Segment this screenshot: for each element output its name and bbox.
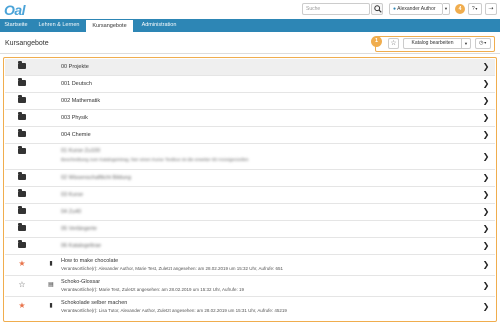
notification-badge[interactable]: 4 (455, 4, 465, 14)
user-name: Alexander Author (397, 6, 436, 12)
tab-administration[interactable]: Administration (134, 19, 184, 32)
list-item[interactable]: 003 Physik ❯ (5, 110, 495, 127)
user-icon: ● (393, 6, 397, 12)
folder-icon (17, 129, 27, 140)
folder-icon (17, 223, 27, 234)
chevron-right-icon: ❯ (482, 224, 490, 233)
folder-icon (17, 146, 27, 157)
list-item[interactable]: 01 Kurse Zu100 Beschreibung zum Kataloge… (5, 144, 495, 170)
list-item-label: Schokolade selber machen (61, 300, 128, 306)
chevron-right-icon: ❯ (482, 260, 490, 269)
list-item[interactable]: 03 Kurse ❯ (5, 187, 495, 204)
folder-icon (17, 95, 27, 106)
top-header: Oal Suche ● Alexander Author ▼ 4 ?▼ ⇢ (0, 0, 500, 19)
list-item[interactable]: ★ ▮ Schokolade selber machen Verantwortl… (5, 297, 495, 318)
chevron-right-icon: ❯ (482, 113, 490, 122)
user-menu-toggle[interactable]: ▼ (443, 3, 450, 15)
chevron-right-icon: ❯ (482, 173, 490, 182)
folder-icon (17, 61, 27, 72)
list-item-label: Schoko-Glossar (61, 279, 101, 285)
app-logo[interactable]: Oal (4, 2, 42, 18)
list-item-description: Verantwortliche(r): Lisa Tutor, Alexande… (61, 308, 287, 313)
list-item-label: 004 Chemie (61, 132, 91, 138)
chevron-right-icon: ❯ (482, 62, 490, 71)
list-item[interactable]: 001 Deutsch ❯ (5, 76, 495, 93)
list-item[interactable]: 004 Chemie ❯ (5, 127, 495, 144)
caret-down-icon: ▼ (474, 7, 479, 11)
star-filled-icon[interactable]: ★ (17, 301, 27, 311)
page-title: Kursangebote (5, 40, 49, 47)
chevron-right-icon: ❯ (482, 302, 490, 311)
glossary-icon: ▤ (48, 282, 54, 288)
list-item-label: 001 Deutsch (61, 81, 92, 87)
chevron-right-icon: ❯ (482, 207, 490, 216)
list-item[interactable]: 04 Zu40 ❯ (5, 204, 495, 221)
chevron-right-icon: ❯ (482, 130, 490, 139)
tour-step-badge: 1 (371, 36, 382, 47)
course-icon: ▮ (49, 303, 53, 309)
list-item-label: 03 Kurse (61, 192, 84, 198)
list-item-label: 01 Kurse Zu100 (61, 148, 101, 154)
list-item[interactable]: 05 Verlängerte ❯ (5, 221, 495, 238)
logout-icon: ⇢ (488, 6, 494, 12)
list-item-description: Verantwortliche(r): Marie Test, Zuletzt … (61, 287, 245, 292)
folder-icon (17, 240, 27, 251)
list-item[interactable]: ★ ▮ How to make chocolate Verantwortlich… (5, 255, 495, 276)
list-item-label: How to make chocolate (61, 258, 119, 264)
tab-lehren-lernen[interactable]: Lehren & Lernen (33, 19, 85, 32)
bookmark-button[interactable]: ☆ (388, 38, 399, 49)
list-item-label: 003 Physik (61, 115, 88, 121)
list-item-label: 04 Zu40 (61, 209, 82, 215)
chevron-right-icon: ❯ (482, 190, 490, 199)
list-item-label: 02 Wissenschaftlicht Bildung (61, 175, 132, 181)
caret-down-icon: ▼ (483, 41, 487, 45)
tab-kursangebote[interactable]: Kursangebote (86, 19, 133, 32)
star-outline-icon: ☆ (390, 40, 397, 47)
list-item-label: 05 Verlängerte (61, 226, 97, 232)
logout-button[interactable]: ⇢ (485, 3, 497, 15)
list-item-label: 06 Katalogeltrae (61, 243, 102, 249)
course-icon: ▮ (49, 261, 53, 267)
list-item[interactable]: 06 Katalogeltrae ❯ (5, 238, 495, 255)
chevron-right-icon: ❯ (482, 281, 490, 290)
edit-catalog-button[interactable]: Katalog bearbeiten (403, 38, 462, 49)
help-button[interactable]: ?▼ (468, 3, 482, 15)
folder-icon (17, 189, 27, 200)
star-outline-icon[interactable]: ☆ (17, 280, 27, 290)
list-item-label: 00 Projekte (61, 64, 89, 70)
chevron-right-icon: ❯ (482, 241, 490, 250)
folder-icon (17, 172, 27, 183)
edit-catalog-dropdown[interactable]: ▼ (462, 38, 471, 49)
list-item[interactable]: 002 Mathematik ❯ (5, 93, 495, 110)
list-item-label: 002 Mathematik (61, 98, 101, 104)
list-item-description: Beschreibung zum Katalogeintrag, hier ei… (61, 157, 249, 162)
main-navigation: Startseite Lehren & Lernen Kursangebote … (0, 19, 500, 32)
caret-down-icon: ▼ (464, 41, 468, 46)
chevron-right-icon: ❯ (482, 96, 490, 105)
catalog-list: 00 Projekte ❯ 001 Deutsch ❯ 002 Mathemat… (5, 59, 495, 319)
search-icon (374, 5, 382, 13)
folder-icon (17, 112, 27, 123)
list-item[interactable]: ☆ ▤ Schoko-Glossar Verantwortliche(r): M… (5, 276, 495, 297)
folder-icon (17, 78, 27, 89)
folder-icon (17, 206, 27, 217)
tab-startseite[interactable]: Startseite (0, 19, 32, 32)
search-input[interactable]: Suche (302, 3, 370, 15)
search-button[interactable] (371, 3, 383, 15)
history-button[interactable]: ◷▼ (475, 38, 491, 49)
list-item[interactable]: 02 Wissenschaftlicht Bildung ❯ (5, 170, 495, 187)
caret-down-icon: ▼ (444, 6, 448, 11)
chevron-right-icon: ❯ (482, 79, 490, 88)
star-filled-icon[interactable]: ★ (17, 259, 27, 269)
list-item-description: Verantwortliche(r): Alexander Author, Ma… (61, 266, 284, 271)
user-menu-button[interactable]: ● Alexander Author (389, 3, 443, 15)
list-item[interactable]: 00 Projekte ❯ (5, 59, 495, 76)
chevron-right-icon: ❯ (482, 152, 490, 161)
